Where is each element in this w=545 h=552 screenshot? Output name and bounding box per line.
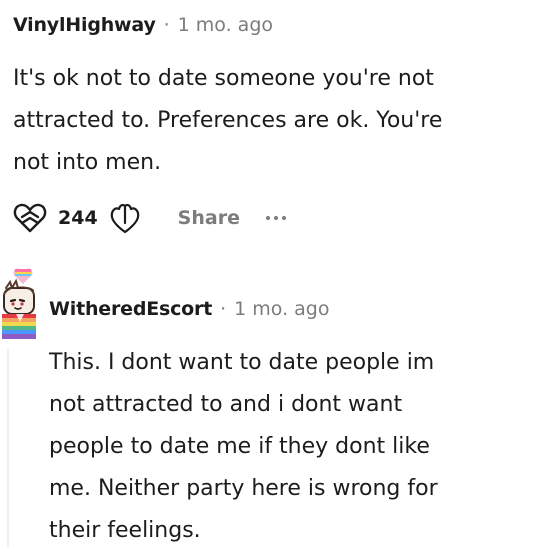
comment-author[interactable]: VinylHighway xyxy=(13,14,156,36)
comment-author[interactable]: WitheredEscort xyxy=(49,298,212,320)
more-dots-icon[interactable] xyxy=(265,208,286,228)
comment-body: This. I dont want to date people im not … xyxy=(49,342,529,552)
comment-line: It's ok not to date someone you're not xyxy=(13,66,434,91)
comment-line: people to date me if they dont like xyxy=(49,434,430,459)
comment-timestamp[interactable]: 1 mo. ago xyxy=(178,14,273,36)
share-button[interactable]: Share xyxy=(178,207,240,229)
comment-meta: VinylHighway · 1 mo. ago xyxy=(13,14,273,36)
comment-actions: 244 Share xyxy=(11,196,286,240)
pride-avatar[interactable] xyxy=(0,266,44,344)
comment-line: This. I dont want to date people im xyxy=(49,350,435,375)
thread-line[interactable] xyxy=(7,349,9,547)
comment-line: me. Neither party here is wrong for xyxy=(49,476,438,501)
upvote-heart-icon[interactable] xyxy=(11,199,49,237)
comment-meta: WitheredEscort · 1 mo. ago xyxy=(49,298,329,320)
vote-count: 244 xyxy=(58,207,98,229)
comment-line: attracted to. Preferences are ok. You're xyxy=(13,108,443,133)
meta-separator: · xyxy=(163,14,170,36)
comment-line: their feelings. xyxy=(49,518,201,543)
downvote-heart-icon[interactable] xyxy=(106,199,144,237)
comment-body: It's ok not to date someone you're not a… xyxy=(13,58,528,184)
meta-separator: · xyxy=(220,298,227,320)
comment-line: not attracted to and i dont want xyxy=(49,392,403,417)
comment-line: not into men. xyxy=(13,150,162,175)
comment-timestamp[interactable]: 1 mo. ago xyxy=(234,298,329,320)
